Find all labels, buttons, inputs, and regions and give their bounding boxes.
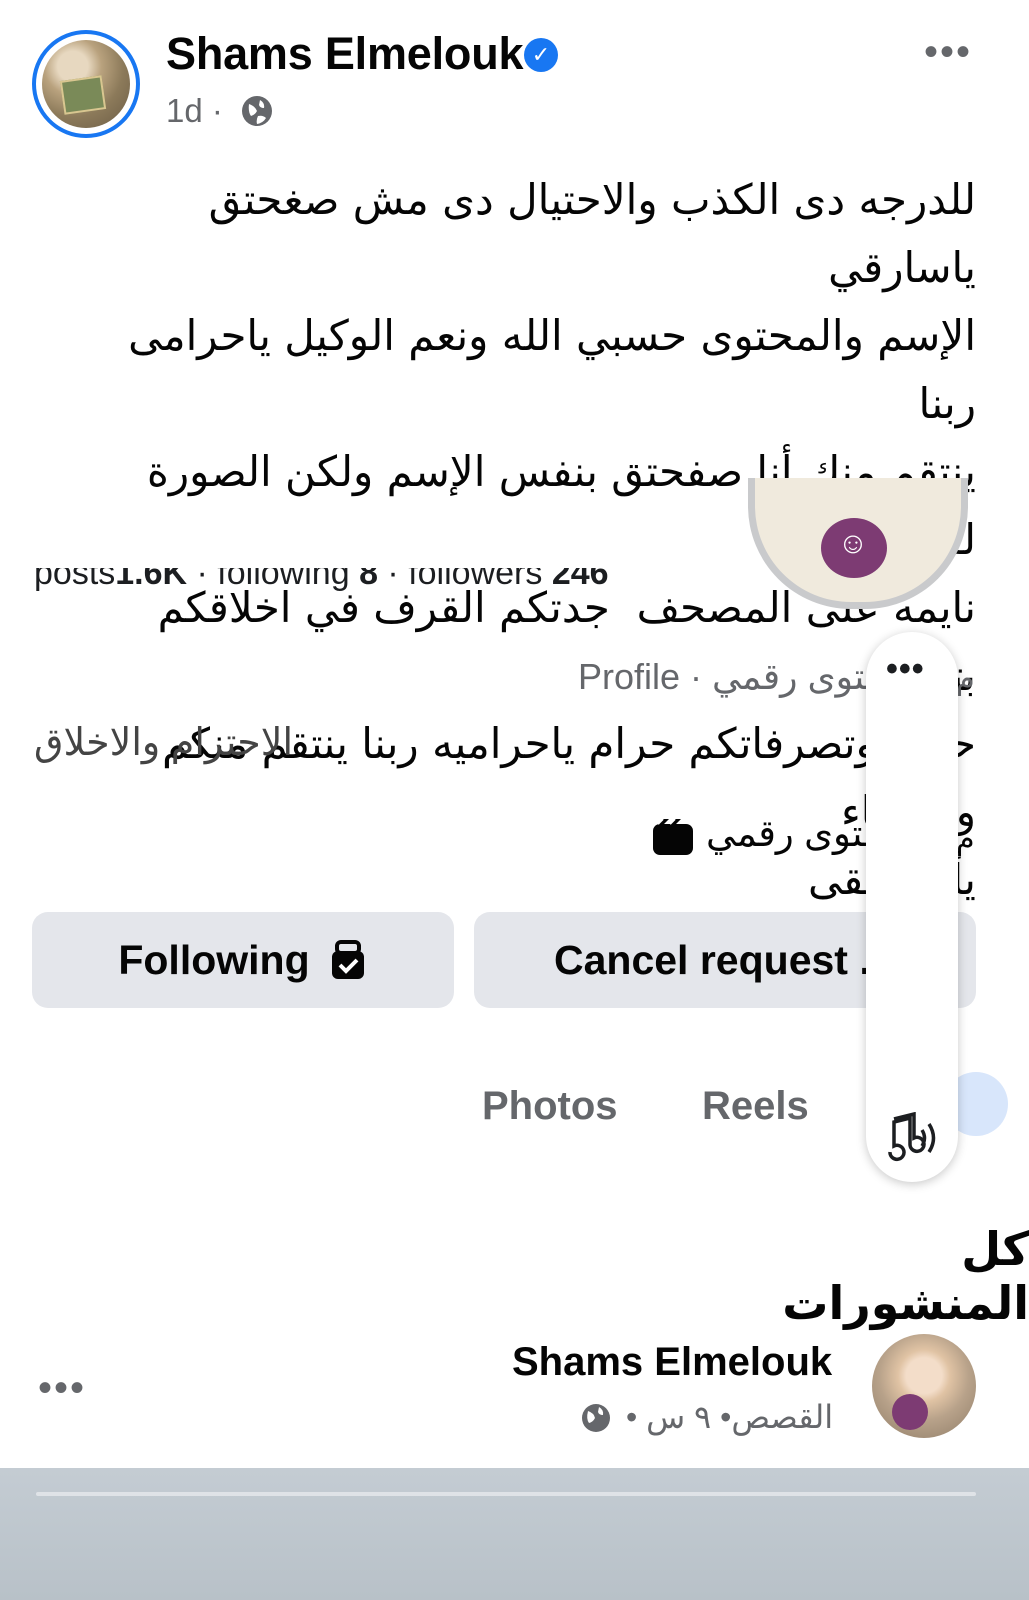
- tab-photos[interactable]: Photos: [482, 1084, 618, 1129]
- author-avatar[interactable]: [32, 30, 140, 138]
- following-check-icon: [331, 940, 364, 979]
- following-button[interactable]: Following: [32, 912, 454, 1008]
- globe-icon-small: [582, 1404, 610, 1432]
- bottom-overlay: [0, 1468, 1029, 1600]
- clapperboard-icon: [653, 818, 693, 855]
- all-posts-heading: كل المنشورات: [782, 1223, 1029, 1329]
- truncated-text: م: [956, 663, 975, 696]
- mini-post-author[interactable]: Shams Elmelouk: [512, 1340, 832, 1385]
- mini-post-meta: القصص• ٩ س •: [626, 1399, 834, 1435]
- profile-category: حتوى رقمي: [706, 813, 887, 854]
- pill-more-button[interactable]: •••: [886, 650, 925, 689]
- verified-badge-icon: ✓: [524, 38, 558, 72]
- sound-icon[interactable]: [880, 1112, 942, 1164]
- mini-post-avatar[interactable]: [872, 1334, 976, 1438]
- profile-type-line: Profile · حتوى رقمي: [578, 656, 888, 697]
- bottom-divider: [36, 1492, 976, 1496]
- mini-post-options-button[interactable]: •••: [38, 1366, 86, 1411]
- post-timestamp[interactable]: 1d ·: [166, 92, 223, 130]
- truncated-text-2: م: [956, 823, 975, 856]
- profile-bio: الاحترام والاخلاق: [34, 722, 294, 764]
- floating-control-pill[interactable]: [866, 632, 958, 1182]
- post-options-button[interactable]: •••: [924, 30, 972, 75]
- author-name[interactable]: Shams Elmelouk: [166, 28, 524, 80]
- globe-icon: [242, 96, 272, 126]
- following-label: Following: [118, 936, 310, 983]
- tab-reels[interactable]: Reels: [702, 1084, 809, 1129]
